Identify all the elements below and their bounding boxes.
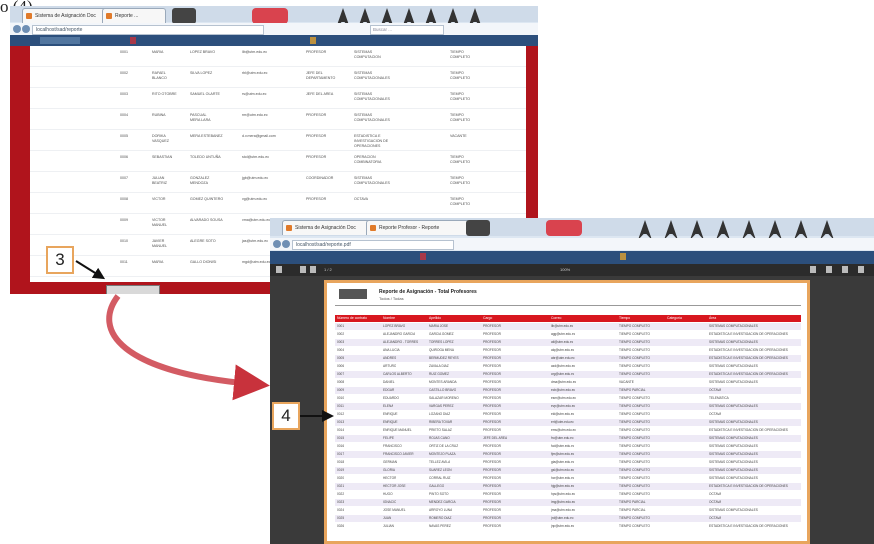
annotation-arrows (75, 260, 334, 422)
arrow-to-download (75, 260, 106, 280)
flow-arrow (106, 294, 270, 401)
